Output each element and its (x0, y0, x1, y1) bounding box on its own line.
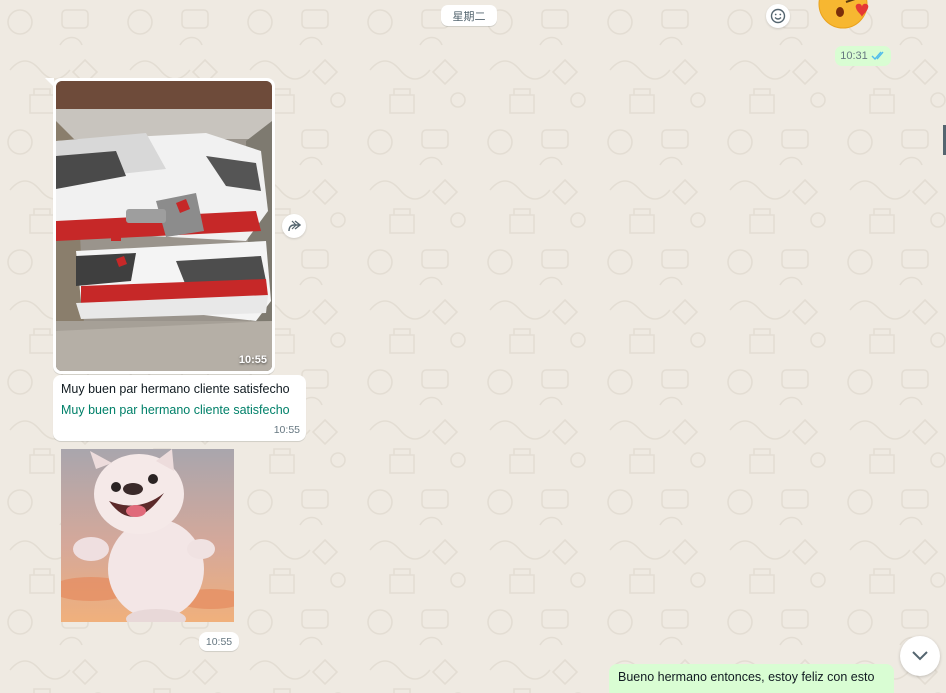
message-translation: Muy buen par hermano cliente satisfecho (61, 403, 290, 417)
message-text: Muy buen par hermano cliente satisfecho (61, 382, 290, 396)
image-message[interactable]: 10:55 (53, 78, 275, 374)
outgoing-message[interactable]: Bueno hermano entonces, estoy feliz con … (609, 664, 894, 693)
double-check-read-icon (871, 51, 884, 61)
message-text: Bueno hermano entonces, estoy feliz con … (618, 670, 875, 684)
scroll-to-bottom-button[interactable] (900, 636, 940, 676)
kissing-emoji-sticker[interactable] (816, 0, 874, 30)
bulldog-sticker[interactable] (61, 449, 234, 622)
chevron-down-icon (912, 651, 928, 661)
message-time: 10:31 (840, 50, 868, 62)
forward-button[interactable] (282, 214, 306, 238)
text-message[interactable]: Muy buen par hermano cliente satisfecho … (53, 375, 306, 441)
message-time: 10:55 (273, 424, 300, 436)
smiley-icon (770, 8, 786, 24)
reaction-button[interactable] (766, 4, 790, 28)
forward-icon (288, 220, 301, 232)
date-divider: 星期二 (441, 5, 497, 26)
sticker-time: 10:55 (199, 632, 239, 651)
sneakers-photo[interactable] (56, 81, 272, 371)
image-time: 10:55 (238, 354, 267, 366)
outgoing-message-meta: 10:31 (835, 46, 891, 66)
